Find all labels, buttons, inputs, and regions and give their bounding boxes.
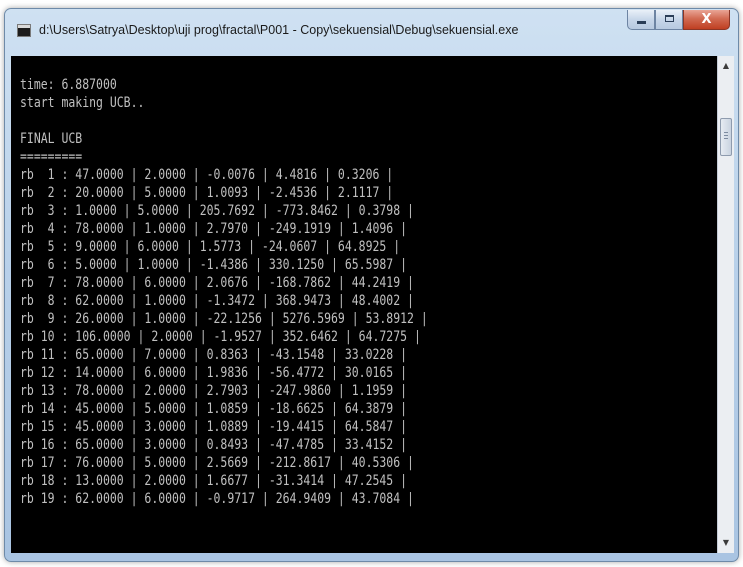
console-output[interactable]: time: 6.887000 start making UCB.. FINAL UC… <box>11 56 717 553</box>
vertical-scrollbar[interactable]: ▲ ▼ <box>717 56 734 553</box>
console-line: rb 3 : 1.0000 | 5.0000 | 205.7692 | -773… <box>20 203 414 219</box>
console-line: rb 17 : 76.0000 | 5.0000 | 2.5669 | -212… <box>20 455 414 471</box>
window-title: d:\Users\Satrya\Desktop\uji prog\fractal… <box>39 23 519 37</box>
console-line: rb 13 : 78.0000 | 2.0000 | 2.7903 | -247… <box>20 383 408 399</box>
console-line: time: 6.887000 <box>20 77 117 93</box>
console-line: ========= <box>20 149 83 165</box>
minimize-button[interactable] <box>627 10 655 30</box>
maximize-button[interactable] <box>655 10 683 30</box>
console-line: rb 11 : 65.0000 | 7.0000 | 0.8363 | -43.… <box>20 347 408 363</box>
console-window: d:\Users\Satrya\Desktop\uji prog\fractal… <box>4 8 739 562</box>
console-line: rb 8 : 62.0000 | 1.0000 | -1.3472 | 368.… <box>20 293 414 309</box>
console-line: rb 16 : 65.0000 | 3.0000 | 0.8493 | -47.… <box>20 437 408 453</box>
maximize-icon <box>665 15 674 22</box>
console-line: rb 19 : 62.0000 | 6.0000 | -0.9717 | 264… <box>20 491 414 507</box>
console-line: rb 2 : 20.0000 | 5.0000 | 1.0093 | -2.45… <box>20 185 394 201</box>
console-line: rb 18 : 13.0000 | 2.0000 | 1.6677 | -31.… <box>20 473 408 489</box>
console-line: rb 6 : 5.0000 | 1.0000 | -1.4386 | 330.1… <box>20 257 408 273</box>
scroll-down-arrow-icon[interactable]: ▼ <box>718 535 734 551</box>
console-line: FINAL UCB <box>20 131 83 147</box>
console-line: rb 12 : 14.0000 | 6.0000 | 1.9836 | -56.… <box>20 365 408 381</box>
title-bar[interactable]: d:\Users\Satrya\Desktop\uji prog\fractal… <box>5 9 738 55</box>
close-button[interactable]: X <box>683 10 730 30</box>
console-line: rb 10 : 106.0000 | 2.0000 | -1.9527 | 35… <box>20 329 421 345</box>
console-line: start making UCB.. <box>20 95 145 111</box>
console-app-icon[interactable] <box>17 24 31 37</box>
console-line: rb 9 : 26.0000 | 1.0000 | -22.1256 | 527… <box>20 311 428 327</box>
scroll-up-arrow-icon[interactable]: ▲ <box>718 58 734 74</box>
console-line: rb 15 : 45.0000 | 3.0000 | 1.0889 | -19.… <box>20 419 408 435</box>
console-line: rb 7 : 78.0000 | 6.0000 | 2.0676 | -168.… <box>20 275 414 291</box>
close-icon: X <box>701 12 712 27</box>
window-controls: X <box>627 10 730 30</box>
console-line: rb 5 : 9.0000 | 6.0000 | 1.5773 | -24.06… <box>20 239 401 255</box>
console-line: rb 1 : 47.0000 | 2.0000 | -0.0076 | 4.48… <box>20 167 394 183</box>
scrollbar-thumb[interactable] <box>720 118 732 156</box>
console-line: rb 4 : 78.0000 | 1.0000 | 2.7970 | -249.… <box>20 221 408 237</box>
minimize-icon <box>637 21 646 24</box>
console-line: rb 14 : 45.0000 | 5.0000 | 1.0859 | -18.… <box>20 401 408 417</box>
console-text: time: 6.887000 start making UCB.. FINAL UC… <box>20 76 428 508</box>
